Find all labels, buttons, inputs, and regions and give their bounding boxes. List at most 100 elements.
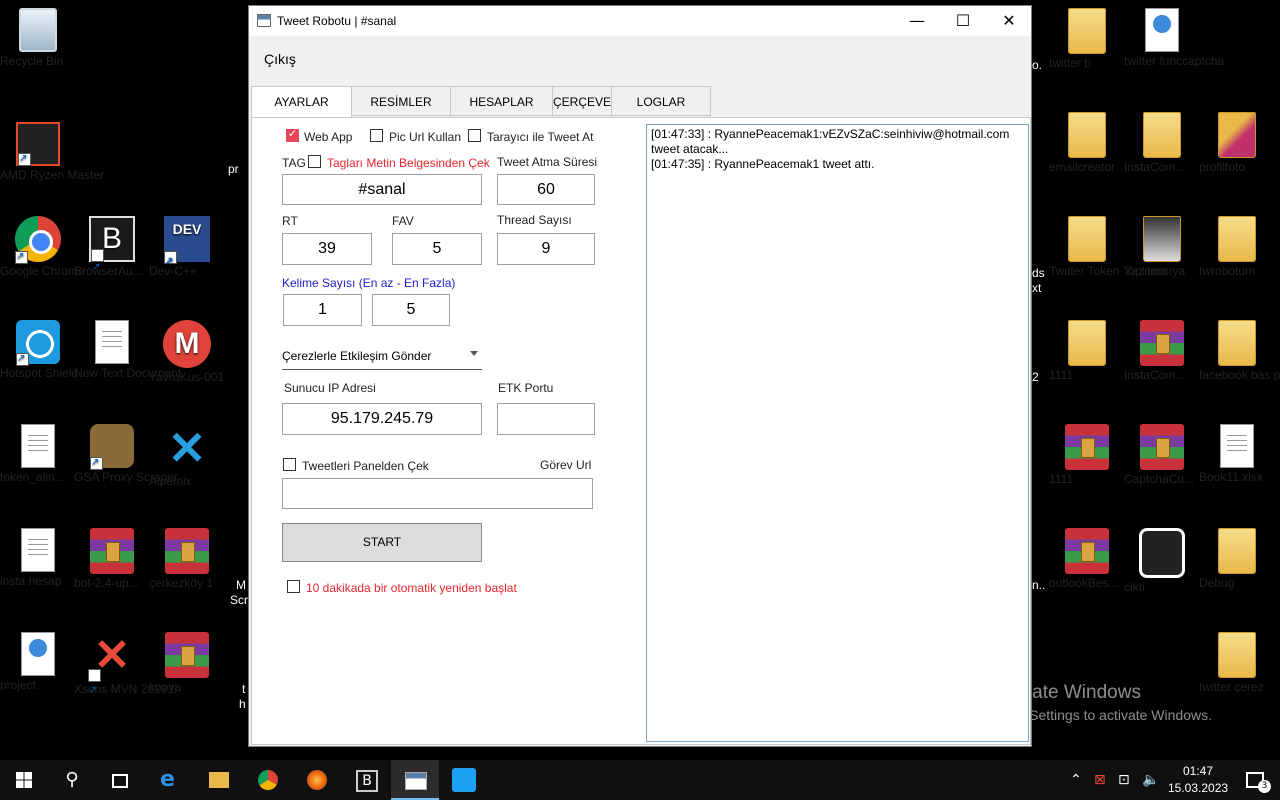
desktop-icon-1111-folder[interactable]: 1111	[1049, 320, 1125, 382]
pic-url-label: Pic Url Kullan	[389, 130, 462, 144]
desktop-icon-debug[interactable]: Debug	[1199, 528, 1275, 590]
chevron-up-icon[interactable]: ⌃	[1070, 772, 1082, 788]
close-button[interactable]: ✕	[986, 6, 1032, 36]
auto-restart-label: 10 dakikada bir otomatik yeniden başlat	[306, 581, 517, 595]
desktop-icon-twitter-cerez[interactable]: twitter çerez	[1199, 632, 1275, 694]
desktop-icon-1111-rar[interactable]: 1111	[1049, 424, 1125, 486]
desktop-icon-twrobotum[interactable]: twrobotum	[1199, 216, 1275, 278]
desktop-icon-captchacu[interactable]: CaptchaCu...	[1124, 424, 1200, 486]
start-button[interactable]: START	[282, 523, 482, 562]
menu-exit[interactable]: Çıkış	[264, 51, 296, 67]
folder-icon	[1218, 632, 1256, 678]
tab-resimler[interactable]: RESİMLER	[351, 86, 451, 116]
word-max-input[interactable]: 5	[372, 294, 450, 326]
task-view-button[interactable]	[96, 760, 144, 800]
desktop-icon-kopya[interactable]: kopya	[149, 632, 225, 694]
desktop-icon-new-text-document[interactable]: New Text Document	[74, 320, 181, 380]
network-icon[interactable]: ⊡	[1118, 772, 1130, 788]
title-bar[interactable]: Tweet Robotu | #sanal — ☐ ✕	[249, 6, 1031, 36]
desktop-icon-cerkezkoy[interactable]: çerkezköy 1	[149, 528, 225, 590]
task-view-icon	[112, 774, 128, 788]
volume-icon[interactable]: 🔈	[1142, 772, 1159, 788]
desktop-icon-profilfoto[interactable]: profilfoto	[1199, 112, 1275, 174]
desktop-icon-instacom-folder[interactable]: InstaCom...	[1124, 112, 1200, 174]
fav-input[interactable]: 5	[392, 233, 482, 265]
security-alert-icon[interactable]: ⊠	[1094, 772, 1106, 788]
etk-port-input[interactable]	[497, 403, 595, 435]
clock[interactable]: 01:47 15.03.2023	[1168, 763, 1228, 797]
tab-loglar[interactable]: LOGLAR	[611, 86, 711, 116]
rt-input[interactable]: 39	[282, 233, 372, 265]
desktop-icon-book11[interactable]: Book11.xlsx	[1199, 424, 1275, 484]
desktop-icon-gsa-proxy[interactable]: GSA Proxy Scraper	[74, 424, 178, 484]
desktop-icon-outlookbes[interactable]: outlookBes...	[1049, 528, 1125, 590]
desktop-icon-devcpp[interactable]: DEV Dev-C++	[149, 216, 225, 278]
auto-restart-checkbox[interactable]	[287, 580, 300, 593]
pic-url-checkbox[interactable]	[370, 129, 383, 142]
notification-center-button[interactable]: 3	[1232, 760, 1280, 800]
maximize-button[interactable]: ☐	[940, 6, 986, 36]
desktop-icon-hotspot-shield[interactable]: Hotspot Shield	[0, 320, 78, 380]
desktop-icon-xsens[interactable]: ✕ Xsens MVN 2023.0	[74, 632, 177, 716]
desktop-icon-google-chrome[interactable]: Google Chrome	[0, 216, 85, 278]
notification-count: 3	[1258, 780, 1271, 793]
tweet-interval-label: Tweet Atma Süresi	[497, 155, 598, 169]
taskbar-tweet-robotu[interactable]	[391, 760, 439, 800]
taskbar-browserau[interactable]: B	[342, 760, 390, 800]
folder-icon	[1218, 528, 1256, 574]
chevron-down-icon	[470, 351, 478, 356]
cookie-interaction-select[interactable]: Çerezlerle Etkileşim Gönder	[282, 349, 482, 370]
desktop-icon-amd-ryzen[interactable]: AMD Ryzen Master	[0, 122, 104, 182]
yavrukus-icon: M	[163, 320, 211, 368]
text-file-icon	[95, 320, 129, 364]
tab-ayarlar[interactable]: AYARLAR	[251, 86, 352, 118]
tab-hesaplar[interactable]: HESAPLAR	[450, 86, 553, 116]
folder-icon	[209, 772, 229, 788]
web-app-checkbox[interactable]	[286, 127, 299, 142]
taskbar-edge[interactable]: e	[146, 760, 194, 800]
browser-tweet-checkbox[interactable]	[468, 129, 481, 142]
desktop-icon-recycle-bin[interactable]: Recycle Bin	[0, 8, 76, 68]
desktop-icon-twitter-b[interactable]: twitter b	[1049, 8, 1125, 70]
tweet-interval-input[interactable]: 60	[497, 174, 595, 205]
tag-from-file-checkbox[interactable]	[308, 155, 321, 168]
minimize-button[interactable]: —	[894, 6, 940, 36]
taskbar-twitter[interactable]	[440, 760, 488, 800]
taskbar-firefox[interactable]	[293, 760, 341, 800]
recycle-bin-icon	[19, 8, 57, 52]
word-min-input[interactable]: 1	[283, 294, 362, 326]
desktop-icon-yazilimciya[interactable]: Yazılımcıya	[1124, 216, 1200, 278]
pull-tweets-checkbox[interactable]	[283, 458, 296, 471]
server-ip-label: Sunucu IP Adresi	[284, 381, 376, 395]
desktop-icon-yavrukus[interactable]: M YavruKus-001	[149, 320, 225, 384]
taskbar-chrome[interactable]	[244, 760, 292, 800]
app-icon	[257, 14, 271, 27]
desktop-icon-twitter-token[interactable]: Twitter Token Toplama	[1049, 216, 1168, 278]
desktop-icon-insta-hesap[interactable]: insta hesap	[0, 528, 76, 588]
taskbar-file-explorer[interactable]	[195, 760, 243, 800]
desktop-icon-browserau[interactable]: B BrowserAu...	[74, 216, 150, 289]
desktop-icon-token-alin[interactable]: token_alin...	[0, 424, 76, 484]
thread-input[interactable]: 9	[497, 233, 595, 265]
browser-automation-icon: B	[89, 216, 135, 289]
fav-label: FAV	[392, 214, 414, 228]
log-box[interactable]: [01:47:33] : RyannePeacemak1:vEZvSZaC:se…	[646, 124, 1029, 742]
tab-cerceve[interactable]: ÇERÇEVE	[552, 86, 612, 116]
winrar-archive-icon	[1065, 528, 1109, 574]
desktop-icon-alpemix[interactable]: ✕ Alpemix	[149, 424, 225, 488]
search-button[interactable]: ⚲	[48, 760, 96, 800]
start-button-taskbar[interactable]	[0, 760, 48, 800]
desktop-icon-cikti[interactable]: cikti	[1124, 528, 1200, 594]
desktop-icon-instacom-rar[interactable]: InstaCom...	[1124, 320, 1200, 382]
desktop-icon-project[interactable]: project	[0, 632, 76, 692]
tag-input[interactable]: #sanal	[282, 174, 482, 205]
app-window-icon	[405, 772, 427, 790]
desktop-icon-facebook-bas[interactable]: facebook bas project	[1199, 320, 1280, 382]
desktop-icon-emailcreator[interactable]: emailcreator	[1049, 112, 1125, 174]
desktop-icon-twitter-funccaptcha[interactable]: twitter funccaptcha	[1124, 8, 1224, 68]
task-url-label: Görev Url	[540, 458, 592, 472]
desktop-icon-bot[interactable]: bot-2.4-up...	[74, 528, 150, 590]
task-url-input[interactable]	[282, 478, 593, 509]
text-file-icon	[21, 424, 55, 468]
server-ip-input[interactable]: 95.179.245.79	[282, 403, 482, 435]
